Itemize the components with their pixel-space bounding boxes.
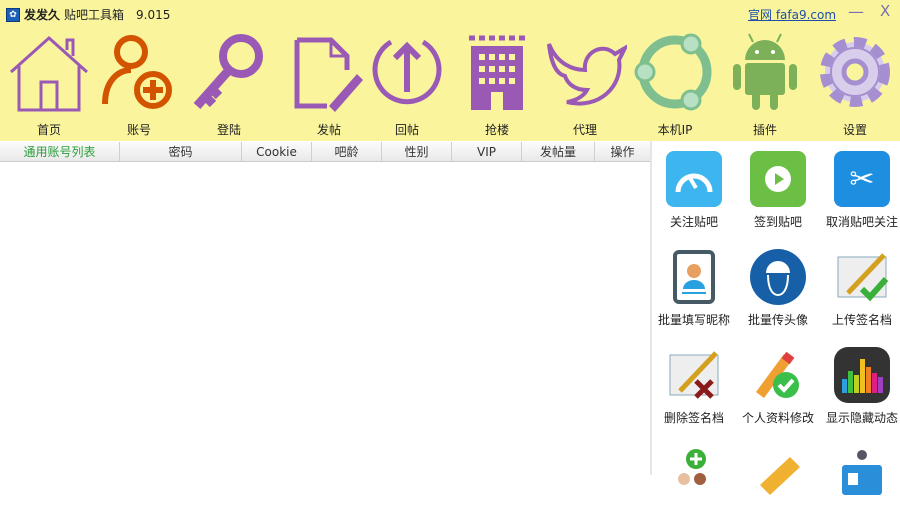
helmet-head-icon bbox=[750, 249, 806, 305]
tool-label: 关注贴吧 bbox=[669, 215, 718, 229]
minimize-button[interactable]: — bbox=[848, 2, 864, 21]
signature-delete-icon bbox=[666, 347, 722, 403]
column-password[interactable]: 密码 bbox=[120, 142, 242, 161]
column-cookie[interactable]: Cookie bbox=[242, 142, 312, 161]
play-icon bbox=[750, 151, 806, 207]
signature-upload-icon bbox=[834, 249, 890, 305]
ticket-icon bbox=[750, 445, 806, 501]
add-user-icon bbox=[102, 35, 172, 109]
tools-panel: 关注贴吧 签到贴吧 ✂ 取消贴吧关注 批量填写昵称 批量传头像 上传签名档 删除签… bbox=[652, 141, 900, 495]
toolbar-home[interactable]: 首页 bbox=[4, 30, 94, 138]
toolbar-label: 登陆 bbox=[216, 123, 241, 137]
app-name: 发发久 bbox=[24, 8, 61, 22]
toolbar-settings[interactable]: 设置 bbox=[810, 30, 900, 138]
toolbar-label: 抢楼 bbox=[484, 123, 509, 137]
toolbar-label: 本机IP bbox=[657, 123, 693, 137]
pencil-check-icon bbox=[750, 347, 806, 403]
speedometer-icon bbox=[666, 151, 722, 207]
tool-delete-signature[interactable]: 删除签名档 bbox=[652, 347, 736, 426]
toolbar-label: 首页 bbox=[36, 123, 61, 137]
id-card-icon bbox=[834, 445, 890, 501]
home-icon bbox=[9, 35, 89, 112]
id-badge-icon bbox=[666, 249, 722, 305]
tool-id-card[interactable] bbox=[820, 445, 900, 507]
toolbar-post[interactable]: 发帖 bbox=[284, 30, 374, 138]
close-button[interactable]: X bbox=[880, 2, 890, 20]
android-icon bbox=[733, 33, 797, 110]
network-ring-icon bbox=[634, 33, 712, 111]
app-subtitle: 贴吧工具箱 bbox=[64, 8, 125, 22]
equalizer-icon bbox=[834, 347, 890, 403]
toolbar-login[interactable]: 登陆 bbox=[184, 30, 274, 138]
toolbar-proxy[interactable]: 代理 bbox=[540, 30, 630, 138]
toolbar-label: 发帖 bbox=[316, 123, 341, 137]
column-vip[interactable]: VIP bbox=[452, 142, 522, 161]
tool-unfollow-bar[interactable]: ✂ 取消贴吧关注 bbox=[820, 151, 900, 230]
toolbar-label: 代理 bbox=[572, 123, 597, 137]
version: 9.015 bbox=[136, 7, 171, 22]
tool-edit-profile[interactable]: 个人资料修改 bbox=[736, 347, 820, 426]
column-bar-age[interactable]: 吧龄 bbox=[312, 142, 382, 161]
upload-circle-icon bbox=[372, 39, 442, 105]
tool-label: 删除签名档 bbox=[663, 411, 724, 425]
key-icon bbox=[193, 34, 263, 109]
paw-logo-icon: ✿ bbox=[6, 7, 20, 22]
edit-document-icon bbox=[294, 37, 363, 112]
tool-batch-nickname[interactable]: 批量填写昵称 bbox=[652, 249, 736, 328]
toolbar-label: 回帖 bbox=[394, 123, 419, 137]
toolbar-account[interactable]: 账号 bbox=[94, 30, 184, 138]
tool-sign-in-bar[interactable]: 签到贴吧 bbox=[736, 151, 820, 230]
tool-follow-bar[interactable]: 关注贴吧 bbox=[652, 151, 736, 230]
tool-ticket[interactable] bbox=[736, 445, 820, 507]
column-post-count[interactable]: 发帖量 bbox=[522, 142, 595, 161]
column-account-list[interactable]: 通用账号列表 bbox=[0, 142, 120, 161]
website-link[interactable]: 官网 fafa9.com bbox=[748, 6, 836, 23]
window-title: ✿ 发发久 贴吧工具箱 9.015 bbox=[6, 6, 170, 23]
toolbar-label: 设置 bbox=[842, 123, 867, 137]
tool-label: 签到贴吧 bbox=[753, 215, 802, 229]
bird-icon bbox=[547, 43, 627, 106]
toolbar-label: 账号 bbox=[126, 123, 151, 137]
gear-icon bbox=[820, 37, 890, 107]
tool-toggle-activity[interactable]: 显示隐藏动态 bbox=[820, 347, 900, 426]
tool-upload-signature[interactable]: 上传签名档 bbox=[820, 249, 900, 328]
toolbar-grab-floor[interactable]: 抢楼 bbox=[452, 30, 542, 138]
tool-batch-avatar[interactable]: 批量传头像 bbox=[736, 249, 820, 328]
column-actions[interactable]: 操作 bbox=[595, 142, 650, 161]
tool-label: 显示隐藏动态 bbox=[825, 411, 898, 425]
toolbar-reply[interactable]: 回帖 bbox=[362, 30, 452, 138]
toolbar-plugins[interactable]: 插件 bbox=[720, 30, 810, 138]
toolbar-local-ip[interactable]: 本机IP bbox=[630, 30, 720, 138]
building-icon bbox=[469, 35, 525, 110]
toolbar-label: 插件 bbox=[752, 123, 777, 137]
scissors-icon: ✂ bbox=[834, 151, 890, 207]
account-table-header: 通用账号列表 密码 Cookie 吧龄 性别 VIP 发帖量 操作 bbox=[0, 142, 650, 162]
tool-label: 批量传头像 bbox=[747, 313, 808, 327]
tool-label: 批量填写昵称 bbox=[657, 313, 730, 327]
tool-label: 取消贴吧关注 bbox=[825, 215, 898, 229]
tool-label: 个人资料修改 bbox=[741, 411, 814, 425]
column-gender[interactable]: 性别 bbox=[382, 142, 452, 161]
tool-add-users[interactable] bbox=[652, 445, 736, 507]
account-list[interactable] bbox=[0, 163, 650, 475]
tool-label: 上传签名档 bbox=[831, 313, 892, 327]
header-toolbar: ✿ 发发久 贴吧工具箱 9.015 官网 fafa9.com — X 首页 账号… bbox=[0, 0, 900, 141]
add-users-icon bbox=[666, 445, 722, 501]
